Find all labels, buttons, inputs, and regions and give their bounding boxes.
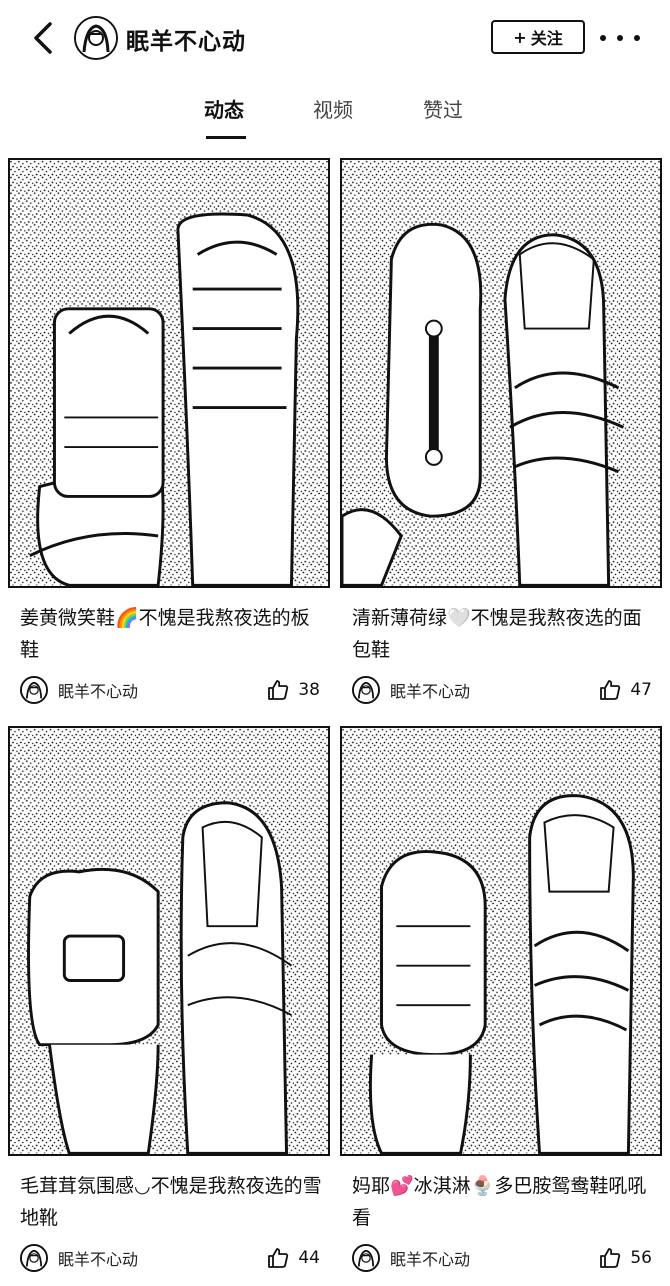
post-author[interactable]: 眠羊不心动	[20, 676, 138, 704]
post-card[interactable]: 毛茸茸氛围感◡不愧是我熬夜选的雪地靴 眠羊不心动 44	[8, 726, 330, 1286]
thumbs-up-icon	[268, 1248, 289, 1268]
tab-dynamics[interactable]: 动态	[204, 94, 244, 123]
post-card[interactable]: 姜黄微笑鞋🌈不愧是我熬夜选的板鞋 眠羊不心动 38	[8, 158, 330, 718]
post-card[interactable]: 清新薄荷绿🤍不愧是我熬夜选的面包鞋 眠羊不心动 47	[340, 158, 662, 718]
thumbs-up-icon	[268, 680, 289, 700]
post-photo[interactable]	[340, 158, 662, 588]
post-author[interactable]: 眠羊不心动	[352, 676, 470, 704]
post-author[interactable]: 眠羊不心动	[352, 1244, 470, 1272]
thumbs-up-icon	[600, 1248, 621, 1268]
post-card[interactable]: 妈耶💕冰淇淋🍨多巴胺鸳鸯鞋吼吼看 眠羊不心动 56	[340, 726, 662, 1286]
author-name: 眠羊不心动	[58, 682, 139, 701]
author-avatar	[20, 1244, 48, 1272]
top-bar: 眠羊不心动 + 关注	[0, 0, 670, 78]
plus-icon: +	[513, 27, 527, 47]
back-button[interactable]	[24, 16, 64, 60]
profile-avatar[interactable]	[74, 16, 118, 60]
sneaker-photo-image	[342, 160, 660, 586]
like-button[interactable]: 47	[598, 676, 652, 704]
like-button[interactable]: 56	[598, 1244, 652, 1272]
tab-liked[interactable]: 赞过	[423, 94, 463, 123]
profile-username: 眠羊不心动	[126, 29, 246, 55]
post-caption[interactable]: 妈耶💕冰淇淋🍨多巴胺鸳鸯鞋吼吼看	[352, 1170, 657, 1234]
post-caption[interactable]: 毛茸茸氛围感◡不愧是我熬夜选的雪地靴	[20, 1170, 325, 1234]
more-dot-icon	[634, 35, 640, 41]
more-dot-icon	[600, 35, 606, 41]
profile-tabs: 动态 视频 赞过	[0, 88, 670, 144]
tab-videos[interactable]: 视频	[313, 94, 353, 123]
thumbs-up-icon	[600, 680, 621, 700]
follow-label: 关注	[530, 29, 563, 48]
post-photo[interactable]	[8, 726, 330, 1156]
author-avatar	[352, 1244, 380, 1272]
boot-photo-image	[10, 728, 328, 1154]
more-dot-icon	[617, 35, 623, 41]
active-tab-indicator	[206, 136, 246, 139]
like-button[interactable]: 44	[266, 1244, 320, 1272]
post-caption[interactable]: 姜黄微笑鞋🌈不愧是我熬夜选的板鞋	[20, 602, 325, 666]
like-button[interactable]: 38	[266, 676, 320, 704]
author-name: 眠羊不心动	[390, 682, 471, 701]
sneaker-photo-image	[10, 160, 328, 586]
like-count: 56	[630, 1248, 652, 1268]
like-count: 38	[298, 680, 320, 700]
post-author[interactable]: 眠羊不心动	[20, 1244, 138, 1272]
post-photo[interactable]	[8, 158, 330, 588]
like-count: 47	[630, 680, 652, 700]
post-photo[interactable]	[340, 726, 662, 1156]
more-options-button[interactable]	[600, 20, 640, 56]
author-avatar	[352, 676, 380, 704]
chevron-left-icon	[34, 22, 52, 54]
author-name: 眠羊不心动	[390, 1250, 471, 1269]
post-caption[interactable]: 清新薄荷绿🤍不愧是我熬夜选的面包鞋	[352, 602, 657, 666]
author-avatar	[20, 676, 48, 704]
sneaker-photo-image	[342, 728, 660, 1154]
follow-button[interactable]: + 关注	[491, 20, 585, 54]
like-count: 44	[298, 1248, 320, 1268]
author-name: 眠羊不心动	[58, 1250, 139, 1269]
